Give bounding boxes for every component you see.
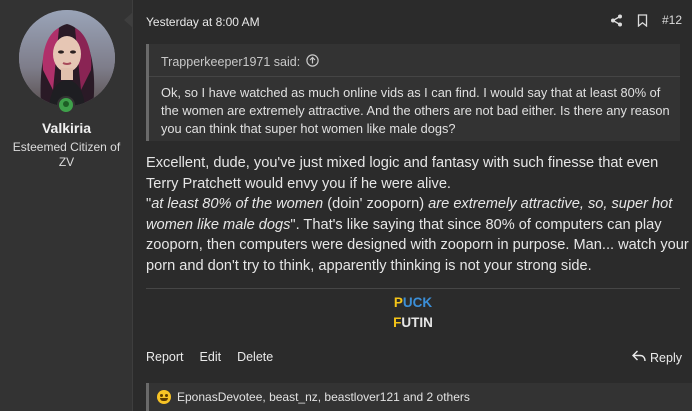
quote-block: Trapperkeeper1971 said: Ok, so I have wa… xyxy=(146,44,680,141)
quote-text: Ok, so I have watched as much online vid… xyxy=(161,85,670,136)
post-main: Yesterday at 8:00 AM #12 Trapperkeeper19… xyxy=(134,0,692,411)
post-arrow xyxy=(124,12,133,28)
bookmark-icon[interactable] xyxy=(637,13,648,27)
edit-button[interactable]: Edit xyxy=(200,350,222,364)
post-date[interactable]: Yesterday at 8:00 AM xyxy=(146,15,260,29)
reply-icon xyxy=(632,350,646,365)
delete-button[interactable]: Delete xyxy=(237,350,273,364)
post-paragraph-1: Excellent, dude, you've just mixed logic… xyxy=(146,155,659,192)
sig-word-1: UCK xyxy=(402,295,433,310)
post-number[interactable]: #12 xyxy=(662,13,682,27)
post-header: Yesterday at 8:00 AM #12 xyxy=(134,0,692,40)
quote-author[interactable]: Trapperkeeper1971 said: xyxy=(161,55,300,69)
user-title: Esteemed Citizen of ZV xyxy=(12,140,121,169)
avatar[interactable] xyxy=(19,10,115,114)
user-sidebar: Valkiria Esteemed Citizen of ZV xyxy=(0,0,133,411)
online-status-icon xyxy=(57,96,75,114)
signature-divider xyxy=(146,288,680,289)
sig-letter-1: P xyxy=(393,295,403,310)
signature: PUCK FUTIN xyxy=(134,293,692,333)
quote-divider xyxy=(149,76,680,77)
sig-word-2: UTIN xyxy=(401,315,433,330)
post-content: Excellent, dude, you've just mixed logic… xyxy=(146,153,691,276)
share-icon[interactable] xyxy=(610,14,623,27)
report-button[interactable]: Report xyxy=(146,350,184,364)
post-plain: (doin' zooporn) xyxy=(323,196,429,212)
reply-button[interactable]: Reply xyxy=(632,350,682,365)
reactions-bar[interactable]: EponasDevotee, beast_nz, beastlover121 a… xyxy=(146,383,692,411)
laughing-emoji-icon xyxy=(157,390,171,404)
reply-label: Reply xyxy=(650,350,682,365)
up-arrow-icon[interactable] xyxy=(306,54,319,70)
post-italic-1: at least 80% of the women xyxy=(151,196,324,212)
post-actions: Report Edit Delete xyxy=(146,350,273,364)
username[interactable]: Valkiria xyxy=(0,120,133,136)
reactions-text[interactable]: EponasDevotee, beast_nz, beastlover121 a… xyxy=(177,390,470,404)
